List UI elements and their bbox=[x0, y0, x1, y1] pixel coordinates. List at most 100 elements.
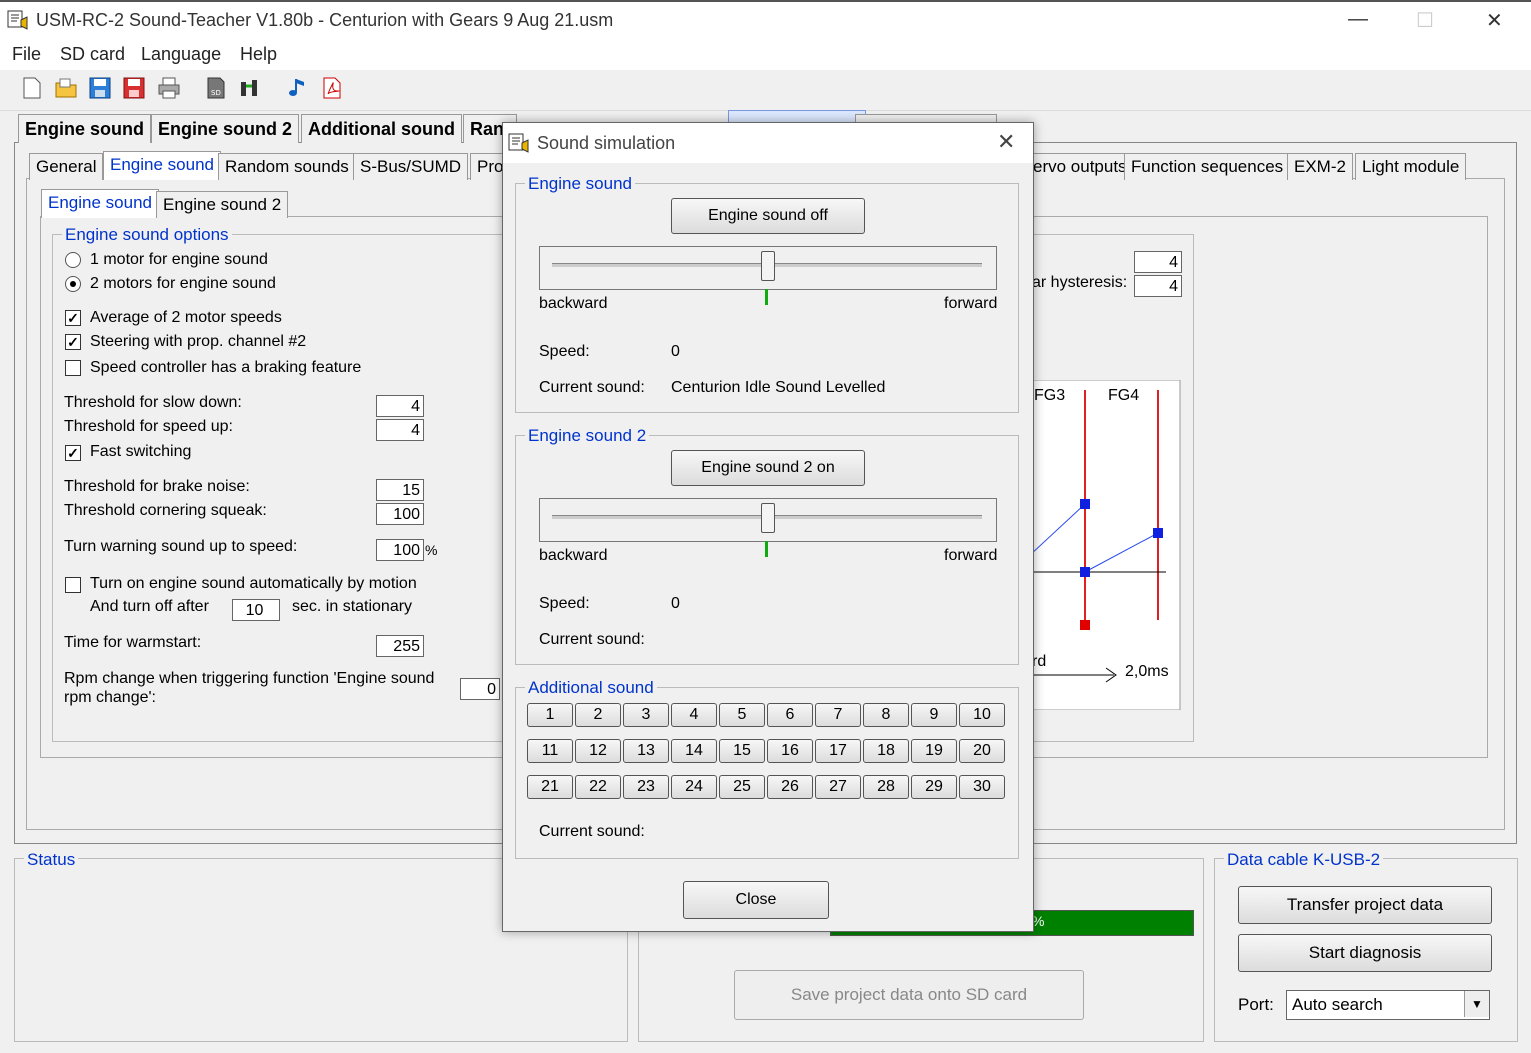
chevron-down-icon[interactable]: ▼ bbox=[1464, 991, 1489, 1017]
diagnosis-button[interactable]: Start diagnosis bbox=[1238, 934, 1492, 972]
print-icon[interactable] bbox=[157, 76, 181, 100]
rpm-input[interactable]: 0 bbox=[460, 678, 500, 700]
additional-sound-button[interactable]: 7 bbox=[815, 703, 861, 727]
additional-sound-button[interactable]: 19 bbox=[911, 739, 957, 763]
sound-note-icon[interactable] bbox=[286, 76, 310, 100]
engine-sound-2-on-button[interactable]: Engine sound 2 on bbox=[671, 450, 865, 486]
additional-sound-button[interactable]: 21 bbox=[527, 775, 573, 799]
subtab-engine-sound[interactable]: Engine sound bbox=[41, 189, 159, 218]
engine2-speed-slider[interactable] bbox=[539, 498, 997, 542]
menu-help[interactable]: Help bbox=[240, 44, 277, 65]
menu-file[interactable]: File bbox=[12, 44, 41, 65]
turn-off-input[interactable]: 10 bbox=[232, 599, 280, 621]
thr-up-input[interactable]: 4 bbox=[376, 419, 424, 441]
hysteresis-input-1[interactable]: 4 bbox=[1134, 251, 1182, 273]
save-sd-button[interactable]: Save project data onto SD card bbox=[734, 970, 1084, 1020]
additional-sound-button[interactable]: 1 bbox=[527, 703, 573, 727]
brake-noise-input[interactable]: 15 bbox=[376, 479, 424, 501]
tab-random-sounds[interactable]: Random sounds bbox=[218, 153, 356, 180]
fg4-label: FG4 bbox=[1108, 387, 1140, 404]
menu-bar bbox=[0, 42, 1531, 70]
diagnosis-icon[interactable] bbox=[238, 76, 262, 100]
minimize-icon[interactable]: — bbox=[1348, 8, 1368, 31]
additional-sound-button[interactable]: 27 bbox=[815, 775, 861, 799]
check-steering[interactable]: ✓ bbox=[65, 334, 81, 350]
cornering-input[interactable]: 100 bbox=[376, 503, 424, 525]
additional-sound-button[interactable]: 9 bbox=[911, 703, 957, 727]
additional-sound-button[interactable]: 8 bbox=[863, 703, 909, 727]
additional-sound-button[interactable]: 26 bbox=[767, 775, 813, 799]
tab-function-sequences[interactable]: Function sequences bbox=[1124, 153, 1291, 180]
check-auto-on[interactable] bbox=[65, 577, 81, 593]
subtab-engine-sound-2[interactable]: Engine sound 2 bbox=[156, 191, 289, 218]
additional-sound-button[interactable]: 25 bbox=[719, 775, 765, 799]
pdf-icon[interactable] bbox=[320, 76, 344, 100]
transfer-button[interactable]: Transfer project data bbox=[1238, 886, 1492, 924]
tab-general[interactable]: General bbox=[29, 153, 104, 180]
engine-speed-label: Speed: bbox=[539, 343, 590, 360]
dialog-app-icon bbox=[508, 133, 529, 153]
additional-sound-button[interactable]: 18 bbox=[863, 739, 909, 763]
save-icon[interactable] bbox=[88, 76, 112, 100]
tab-sbus-sumd[interactable]: S-Bus/SUMD bbox=[353, 153, 469, 180]
new-file-icon[interactable] bbox=[20, 76, 44, 100]
additional-sound-button[interactable]: 23 bbox=[623, 775, 669, 799]
additional-sound-button[interactable]: 17 bbox=[815, 739, 861, 763]
additional-sound-button[interactable]: 29 bbox=[911, 775, 957, 799]
engine-sound-off-button[interactable]: Engine sound off bbox=[671, 198, 865, 234]
tab-exm-2[interactable]: EXM-2 bbox=[1287, 153, 1353, 180]
menu-language[interactable]: Language bbox=[141, 44, 221, 65]
additional-sound-button[interactable]: 5 bbox=[719, 703, 765, 727]
engine-slider-thumb[interactable] bbox=[761, 251, 775, 281]
thr-slow-label: Threshold for slow down: bbox=[64, 394, 242, 411]
menu-sd-card[interactable]: SD card bbox=[60, 44, 125, 65]
thr-slow-input[interactable]: 4 bbox=[376, 395, 424, 417]
radio-2-motors[interactable] bbox=[65, 276, 81, 292]
additional-sound-button[interactable]: 10 bbox=[959, 703, 1005, 727]
additional-sound-button[interactable]: 4 bbox=[671, 703, 717, 727]
additional-sound-button[interactable]: 28 bbox=[863, 775, 909, 799]
tab-servo-outputs[interactable]: ervo outputs bbox=[1026, 153, 1134, 180]
additional-sound-button[interactable]: 11 bbox=[527, 739, 573, 763]
sd-card-icon[interactable]: SD bbox=[204, 76, 228, 100]
tab-engine-sound-2[interactable]: Engine sound 2 bbox=[151, 114, 300, 143]
additional-sound-button[interactable]: 15 bbox=[719, 739, 765, 763]
radio-1-motor[interactable] bbox=[65, 252, 81, 268]
additional-sound-button[interactable]: 6 bbox=[767, 703, 813, 727]
open-folder-icon[interactable] bbox=[54, 76, 78, 100]
tab-light-module[interactable]: Light module bbox=[1355, 153, 1467, 180]
hysteresis-input-2[interactable]: 4 bbox=[1134, 275, 1182, 297]
save-as-icon[interactable] bbox=[122, 76, 146, 100]
additional-sound-button[interactable]: 30 bbox=[959, 775, 1005, 799]
data-cable-legend: Data cable K-USB-2 bbox=[1224, 850, 1384, 870]
engine2-slider-thumb[interactable] bbox=[761, 503, 775, 533]
engine-speed-slider[interactable] bbox=[539, 246, 997, 290]
additional-sound-button[interactable]: 2 bbox=[575, 703, 621, 727]
tab-engine-sound-config[interactable]: Engine sound bbox=[103, 151, 221, 180]
additional-sound-button[interactable]: 14 bbox=[671, 739, 717, 763]
tab-engine-sound[interactable]: Engine sound bbox=[18, 114, 151, 143]
check-fast-switching[interactable]: ✓ bbox=[65, 445, 81, 461]
engine2-current-label: Current sound: bbox=[539, 631, 645, 648]
additional-sound-button[interactable]: 24 bbox=[671, 775, 717, 799]
maximize-icon[interactable]: ☐ bbox=[1416, 8, 1434, 33]
additional-sound-button[interactable]: 20 bbox=[959, 739, 1005, 763]
dialog-close-button[interactable]: Close bbox=[683, 881, 829, 919]
dialog-close-icon[interactable]: ✕ bbox=[997, 129, 1015, 155]
port-select[interactable]: Auto search ▼ bbox=[1286, 990, 1490, 1020]
additional-sound-button[interactable]: 22 bbox=[575, 775, 621, 799]
additional-sound-button[interactable]: 16 bbox=[767, 739, 813, 763]
close-window-icon[interactable]: ✕ bbox=[1486, 8, 1503, 33]
check-braking[interactable] bbox=[65, 360, 81, 376]
toolbar bbox=[0, 70, 1531, 111]
turn-warning-input[interactable]: 100 bbox=[376, 539, 424, 561]
radio-1-motor-label: 1 motor for engine sound bbox=[90, 251, 268, 268]
check-average-speeds[interactable]: ✓ bbox=[65, 310, 81, 326]
rpm-label-1: Rpm change when triggering function 'Eng… bbox=[64, 670, 435, 687]
additional-sound-button[interactable]: 3 bbox=[623, 703, 669, 727]
tab-additional-sound[interactable]: Additional sound bbox=[301, 114, 462, 143]
sound-simulation-dialog: Sound simulation ✕ Engine sound Engine s… bbox=[502, 122, 1034, 932]
additional-sound-button[interactable]: 13 bbox=[623, 739, 669, 763]
warmstart-input[interactable]: 255 bbox=[376, 635, 424, 657]
additional-sound-button[interactable]: 12 bbox=[575, 739, 621, 763]
